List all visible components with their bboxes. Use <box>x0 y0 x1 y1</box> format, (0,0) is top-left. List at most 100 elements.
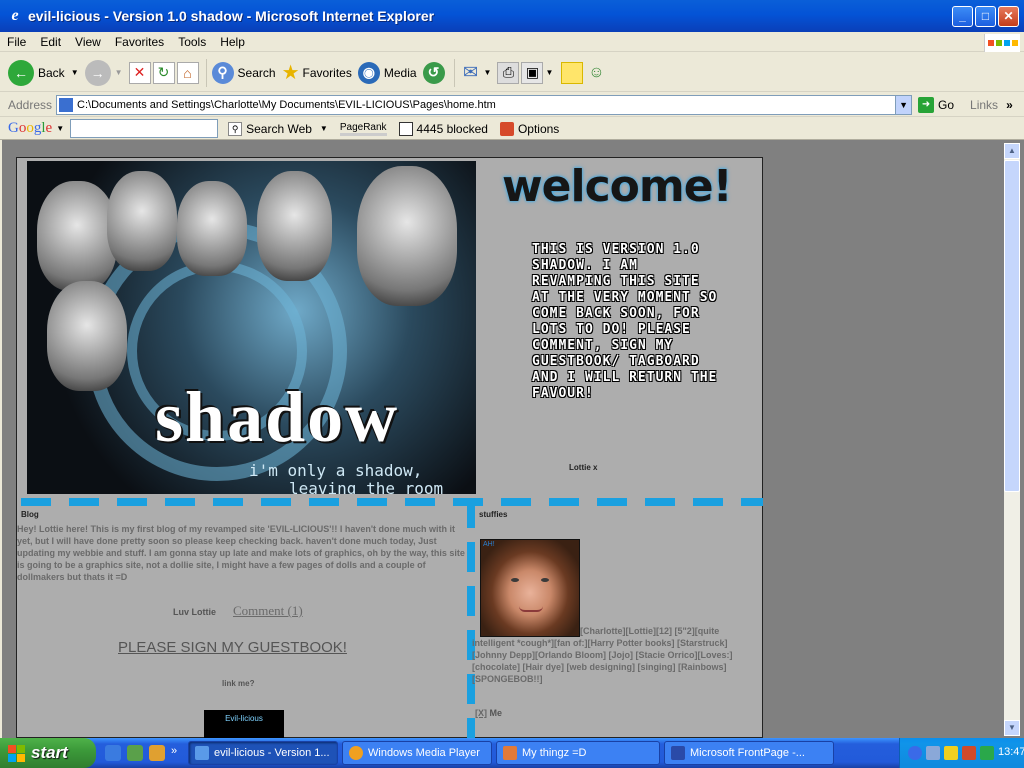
media-button[interactable]: ◉ Media <box>357 61 417 84</box>
menu-help[interactable]: Help <box>213 35 252 49</box>
windows-logo-icon <box>984 34 1020 52</box>
shield-icon[interactable] <box>962 746 976 760</box>
maximize-button[interactable]: □ <box>975 5 996 27</box>
go-button[interactable]: ➜ Go <box>918 96 954 113</box>
page-icon <box>59 97 74 112</box>
stop-icon[interactable]: ✕ <box>128 61 151 84</box>
search-web-dropdown-icon[interactable]: ▼ <box>320 124 328 133</box>
edit-dropdown-icon[interactable]: ▼ <box>545 68 553 77</box>
web-page: shadow i'm only a shadow, leaving the ro… <box>16 157 763 738</box>
popup-blocker-icon <box>398 121 413 136</box>
taskbar: start » evil-licious - Version 1... Wind… <box>0 738 1024 768</box>
forward-arrow-icon: → <box>84 59 111 86</box>
mail-dropdown-icon[interactable]: ▼ <box>484 68 492 77</box>
address-input[interactable]: C:\Documents and Settings\Charlotte\My D… <box>56 94 913 115</box>
back-button[interactable]: ← Back ▼ <box>8 59 79 86</box>
forward-button[interactable]: → ▼ <box>84 59 123 86</box>
clock[interactable]: 13:47 <box>998 746 1024 760</box>
banner-tagline-1: i'm only a shadow, <box>249 461 423 480</box>
address-label: Address <box>8 97 53 112</box>
google-search-input[interactable] <box>70 119 219 138</box>
google-toolbar: Google ▼ ⚲ Search Web ▼ PageRank 4445 bl… <box>0 118 1024 140</box>
guestbook-link[interactable]: PLEASE SIGN MY GUESTBOOK! <box>118 639 347 656</box>
desktop-quicklaunch-icon[interactable] <box>127 745 143 761</box>
window-title: evil-licious - Version 1.0 shadow - Micr… <box>28 8 435 24</box>
task-label: Microsoft FrontPage -... <box>690 747 805 759</box>
profile-photo: AH! <box>480 539 580 637</box>
tray-back-icon[interactable] <box>908 746 922 760</box>
forward-dropdown-icon[interactable]: ▼ <box>115 68 123 77</box>
options-button[interactable]: Options <box>499 121 560 136</box>
banner-title: shadow <box>155 377 400 457</box>
address-bar: Address C:\Documents and Settings\Charlo… <box>0 93 1024 117</box>
title-bar: e evil-licious - Version 1.0 shadow - Mi… <box>0 0 1024 32</box>
menu-tools[interactable]: Tools <box>171 35 213 49</box>
browser-viewport: shadow i'm only a shadow, leaving the ro… <box>0 140 1024 738</box>
task-label: My thingz =D <box>522 747 587 759</box>
photo-tag: AH! <box>483 541 495 548</box>
close-button[interactable]: ✕ <box>998 5 1019 27</box>
evil-licious-button-label: Evil-licious <box>225 714 263 723</box>
edit-icon[interactable]: ▣ <box>521 61 544 84</box>
messenger-icon[interactable]: ☺ <box>585 62 607 84</box>
comment-link[interactable]: Comment (1) <box>233 603 303 619</box>
media-quicklaunch-icon[interactable] <box>149 745 165 761</box>
history-icon[interactable]: ↺ <box>422 61 445 84</box>
home-icon[interactable]: ⌂ <box>176 61 199 84</box>
toolbar-separator <box>205 58 207 87</box>
evil-licious-link-button[interactable]: Evil-licious <box>204 710 284 738</box>
scroll-down-icon[interactable]: ▼ <box>1004 720 1020 736</box>
vertical-dashed-divider <box>467 498 475 738</box>
chevron-right-icon[interactable]: » <box>171 745 179 761</box>
start-button[interactable]: start <box>0 738 96 768</box>
quick-launch: » <box>96 745 188 761</box>
menu-view[interactable]: View <box>68 35 108 49</box>
page-task-icon <box>503 746 517 760</box>
print-icon[interactable]: ⎙ <box>497 61 520 84</box>
ie-quicklaunch-icon[interactable] <box>105 745 121 761</box>
update-icon[interactable] <box>980 746 994 760</box>
scroll-up-icon[interactable]: ▲ <box>1004 143 1020 159</box>
task-label: evil-licious - Version 1... <box>214 747 330 759</box>
back-arrow-icon: ← <box>8 59 34 86</box>
welcome-heading: welcome! <box>502 161 733 212</box>
mail-icon[interactable]: ✉ <box>460 62 482 84</box>
search-web-label: Search Web <box>246 121 312 136</box>
frontpage-icon <box>671 746 685 760</box>
back-dropdown-icon[interactable]: ▼ <box>71 68 79 77</box>
task-my-thingz[interactable]: My thingz =D <box>496 741 660 765</box>
task-windows-media-player[interactable]: Windows Media Player <box>342 741 492 765</box>
vertical-scrollbar[interactable]: ▲ ▼ <box>1004 143 1020 736</box>
me-link[interactable]: [X] <box>475 708 487 718</box>
refresh-icon[interactable]: ↻ <box>152 61 175 84</box>
pagerank-label: PageRank <box>339 122 387 136</box>
search-web-button[interactable]: ⚲ Search Web ▼ <box>228 121 328 136</box>
popup-blocker-button[interactable]: 4445 blocked <box>398 121 488 136</box>
favorites-button[interactable]: ★ Favorites <box>282 60 352 85</box>
search-button[interactable]: ⚲ Search <box>211 61 276 84</box>
network-icon[interactable] <box>926 746 940 760</box>
zonealarm-icon[interactable] <box>944 746 958 760</box>
horizontal-dashed-divider <box>21 498 763 506</box>
task-evil-licious[interactable]: evil-licious - Version 1... <box>188 741 338 765</box>
profile-bio: [Charlotte][Lottie][12] [5"2][quite inte… <box>472 626 733 684</box>
photo-eye <box>511 578 519 582</box>
menu-edit[interactable]: Edit <box>33 35 68 49</box>
media-label: Media <box>383 65 417 80</box>
menu-favorites[interactable]: Favorites <box>108 35 171 49</box>
google-logo[interactable]: Google <box>0 120 52 137</box>
pagerank-indicator[interactable]: PageRank <box>339 122 387 136</box>
chevron-right-icon[interactable]: » <box>1006 98 1013 112</box>
options-label: Options <box>517 121 560 136</box>
discuss-icon[interactable] <box>561 61 584 84</box>
google-dropdown-icon[interactable]: ▼ <box>56 124 64 133</box>
minimize-button[interactable]: _ <box>952 5 973 27</box>
windows-flag-icon <box>8 744 25 762</box>
favorites-star-icon: ★ <box>281 62 300 84</box>
scrollbar-thumb[interactable] <box>1004 160 1020 492</box>
task-frontpage[interactable]: Microsoft FrontPage -... <box>664 741 834 765</box>
menu-file[interactable]: File <box>0 35 33 49</box>
links-button[interactable]: Links <box>970 98 998 112</box>
address-dropdown-icon[interactable]: ▼ <box>895 95 912 114</box>
banner-face <box>257 171 332 281</box>
